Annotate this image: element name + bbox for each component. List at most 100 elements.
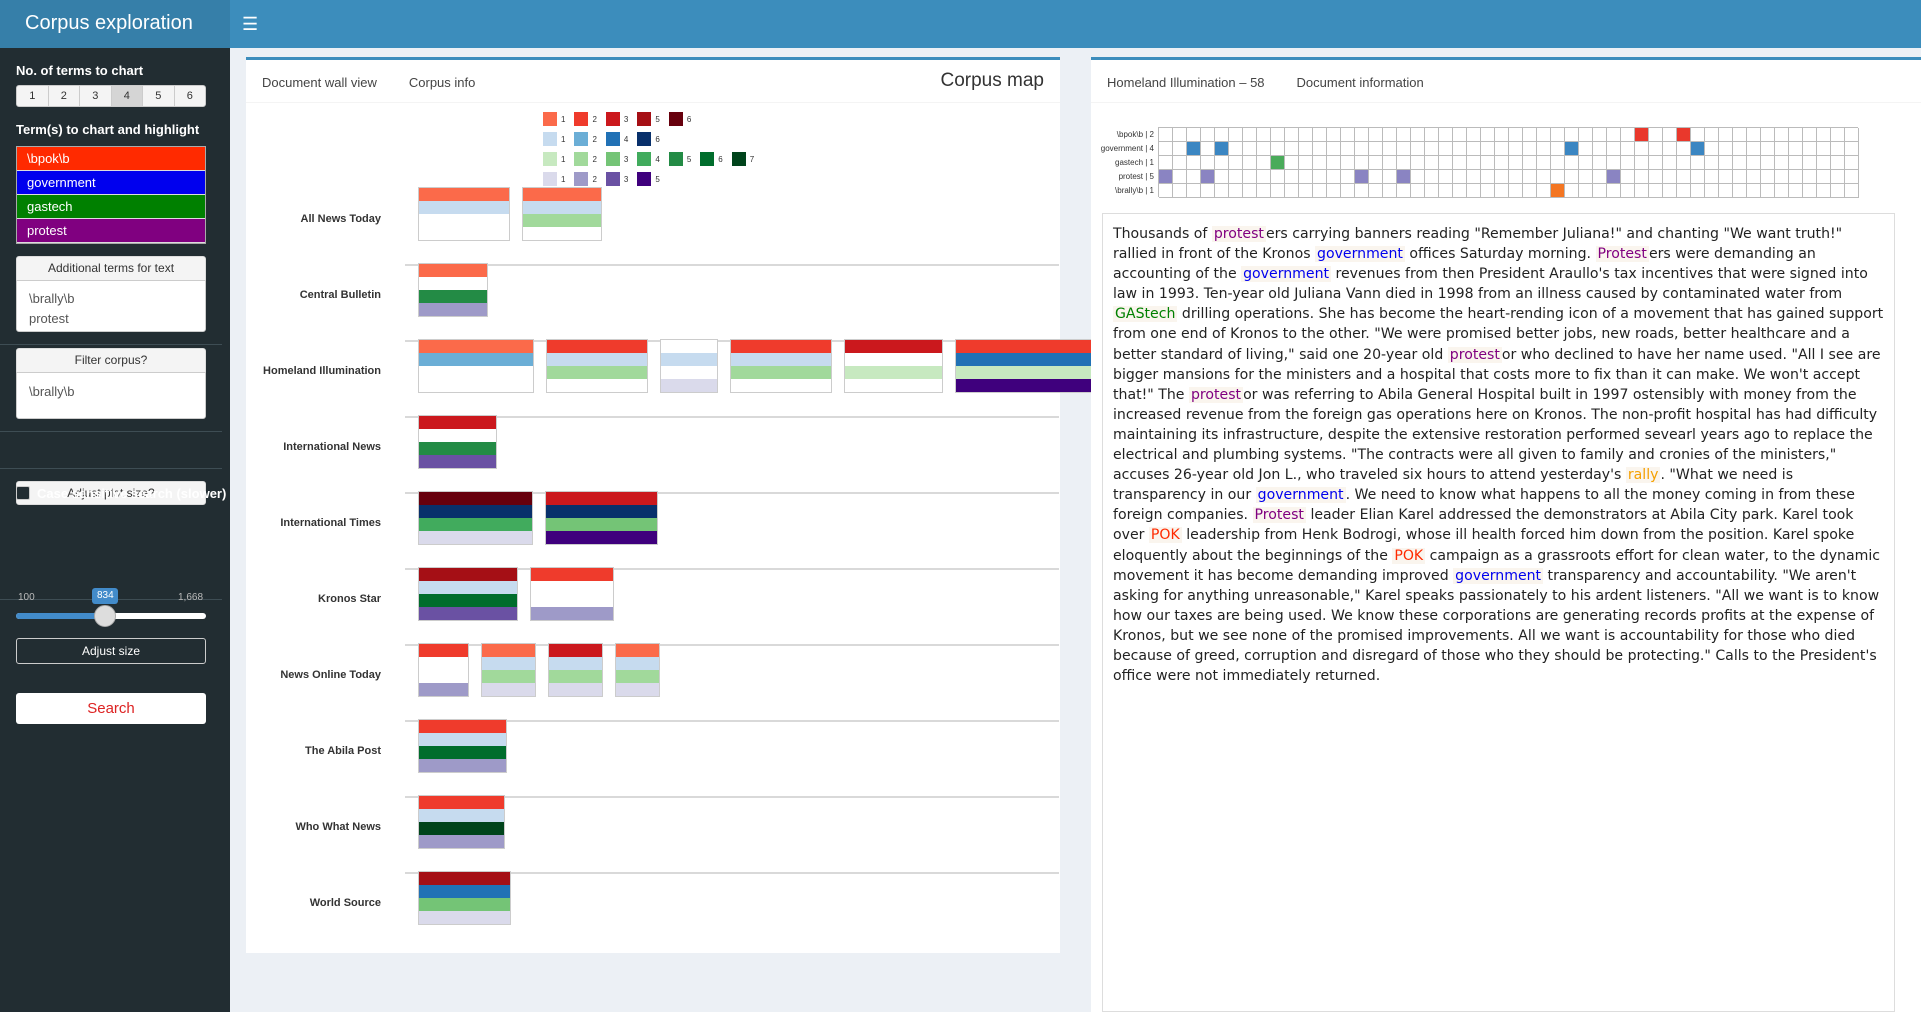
- nterms-selector[interactable]: 123456: [16, 85, 206, 107]
- highlighted-term: protest: [1211, 226, 1266, 242]
- term-band: [549, 670, 602, 683]
- doc-term-cell: [1719, 184, 1733, 198]
- document-tile[interactable]: [615, 643, 660, 697]
- nterms-option-2[interactable]: 2: [49, 86, 80, 106]
- doc-term-cell: [1481, 184, 1495, 198]
- nterms-option-6[interactable]: 6: [175, 86, 206, 106]
- document-tile[interactable]: [418, 263, 488, 317]
- document-tile[interactable]: [530, 567, 614, 621]
- term-band: [482, 644, 535, 657]
- doc-term-cell: [1579, 184, 1593, 198]
- document-tile[interactable]: [481, 643, 536, 697]
- term-band: [419, 885, 510, 898]
- term-item[interactable]: protest: [17, 219, 205, 243]
- adjust-size-button[interactable]: Adjust size: [16, 638, 206, 664]
- doc-term-cell: [1537, 184, 1551, 198]
- nterms-option-3[interactable]: 3: [80, 86, 112, 106]
- document-tile[interactable]: [546, 339, 648, 393]
- doc-term-cell: [1803, 184, 1817, 198]
- doc-term-cell: [1733, 170, 1747, 184]
- document-tile[interactable]: [730, 339, 832, 393]
- term-band: [956, 340, 1093, 353]
- divider: [0, 468, 222, 469]
- doc-term-label: government | 4: [1100, 144, 1154, 153]
- doc-term-cell: [1173, 142, 1187, 156]
- highlighted-term: government: [1255, 487, 1346, 504]
- divider: [0, 344, 222, 345]
- term-item[interactable]: government: [17, 171, 205, 195]
- source-label-all-news-today: All News Today: [300, 213, 381, 225]
- document-tile[interactable]: [522, 187, 602, 241]
- doc-term-cell: [1761, 184, 1775, 198]
- term-band: [419, 188, 509, 201]
- term-item[interactable]: gastech: [17, 195, 205, 219]
- doc-term-cell: [1747, 184, 1761, 198]
- doc-term-cell: [1663, 170, 1677, 184]
- term-band: [531, 568, 613, 581]
- right-tabs: Homeland Illumination – 58 Document info…: [1091, 57, 1921, 103]
- legend-swatch: [668, 152, 683, 166]
- doc-term-cell: [1411, 128, 1425, 142]
- menu-toggle-icon[interactable]: ☰: [242, 14, 260, 34]
- term-band: [549, 644, 602, 657]
- doc-term-cell: [1551, 170, 1565, 184]
- legend-swatch: [605, 112, 620, 126]
- doc-term-cell: [1467, 128, 1481, 142]
- nterms-option-1[interactable]: 1: [17, 86, 49, 106]
- source-label-world-source: World Source: [309, 897, 381, 909]
- document-tile[interactable]: [418, 871, 511, 925]
- corpus-map-title: Corpus map: [940, 70, 1045, 91]
- doc-term-cell: [1845, 156, 1859, 170]
- legend-count: 1: [561, 114, 566, 124]
- document-tile[interactable]: [844, 339, 943, 393]
- doc-term-cell: [1565, 184, 1579, 198]
- term-band: [482, 670, 535, 683]
- term-band: [549, 657, 602, 670]
- term-band: [731, 353, 831, 366]
- term-band: [419, 898, 510, 911]
- top-navbar: Corpus exploration tool ☰: [0, 0, 1921, 80]
- highlighted-term: protest: [1188, 386, 1244, 403]
- doc-term-cell: [1747, 170, 1761, 184]
- document-tile[interactable]: [548, 643, 603, 697]
- nterms-option-4[interactable]: 4: [111, 86, 143, 106]
- doc-term-cell: [1327, 170, 1341, 184]
- document-tile[interactable]: [418, 339, 534, 393]
- doc-term-cell: [1453, 184, 1467, 198]
- doc-term-cell: [1467, 170, 1481, 184]
- tab-document-information[interactable]: Document information: [1281, 60, 1440, 102]
- doc-term-cell: [1817, 142, 1831, 156]
- document-tile[interactable]: [418, 187, 510, 241]
- document-tile[interactable]: [955, 339, 1094, 393]
- nterms-option-5[interactable]: 5: [143, 86, 175, 106]
- tab-document-wall-view[interactable]: Document wall view: [246, 57, 393, 102]
- legend-swatch: [637, 132, 652, 146]
- term-item[interactable]: \bpok\b: [17, 147, 205, 171]
- search-button[interactable]: Search: [16, 693, 206, 724]
- term-band: [419, 340, 533, 353]
- document-tile[interactable]: [418, 567, 518, 621]
- document-tile[interactable]: [418, 491, 533, 545]
- filter-corpus-input[interactable]: \brally\b: [16, 372, 206, 419]
- doc-term-cell: [1565, 128, 1579, 142]
- legend-count: 6: [655, 134, 660, 144]
- doc-term-cell: [1341, 170, 1355, 184]
- additional-terms-input[interactable]: \brally\b protest: [16, 280, 206, 332]
- doc-term-cell: [1425, 142, 1439, 156]
- case-sensitive-checkbox[interactable]: [16, 486, 30, 500]
- doc-term-cell: [1607, 128, 1621, 142]
- tab-corpus-info[interactable]: Corpus info: [393, 60, 491, 102]
- document-tile[interactable]: [545, 491, 658, 545]
- document-tile[interactable]: [418, 795, 505, 849]
- additional-term: protest: [29, 311, 69, 326]
- document-tile[interactable]: [660, 339, 718, 393]
- doc-term-cell: [1733, 156, 1747, 170]
- doc-term-cell: [1775, 156, 1789, 170]
- doc-term-cell: [1173, 170, 1187, 184]
- document-tile[interactable]: [418, 643, 469, 697]
- document-tile[interactable]: [418, 719, 507, 773]
- doc-term-cell: [1453, 128, 1467, 142]
- tab-document[interactable]: Homeland Illumination – 58: [1091, 57, 1281, 102]
- document-tile[interactable]: [418, 415, 497, 469]
- legend-count: 6: [718, 154, 723, 164]
